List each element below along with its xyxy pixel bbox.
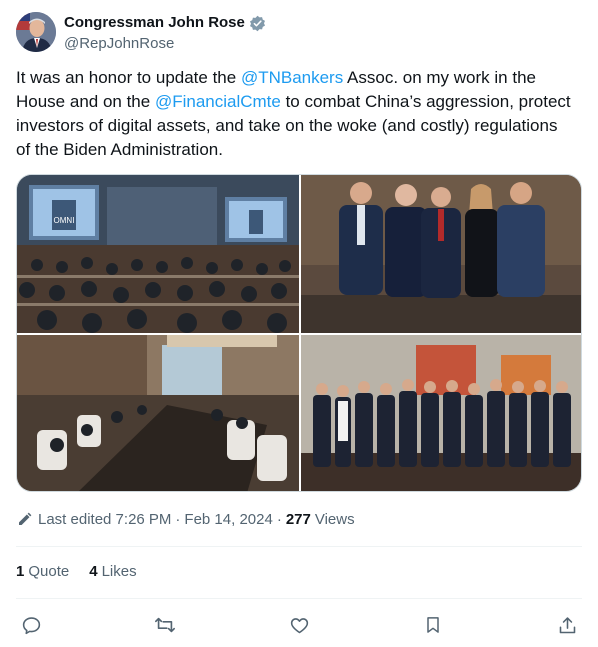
quote-count: 1 — [16, 563, 25, 580]
tweet-header: Congressman John Rose @RepJohnRose — [16, 12, 582, 56]
reply-button[interactable] — [16, 610, 46, 640]
group-portrait-photo[interactable] — [301, 175, 581, 333]
views-count: 277 — [285, 510, 311, 528]
engagement-stats: 1 Quote 4 Likes — [16, 563, 137, 580]
views-label: Views — [314, 510, 355, 528]
mention-link[interactable]: @FinancialCmte — [155, 92, 281, 111]
heart-icon — [289, 615, 310, 636]
divider — [16, 546, 582, 547]
tweet-meta: Last edited 7:26 PM · Feb 14, 2024 · 277… — [16, 510, 355, 528]
meeting-table-photo[interactable] — [17, 335, 299, 491]
share-button[interactable] — [552, 610, 582, 640]
handle[interactable]: @RepJohnRose — [64, 34, 266, 54]
action-bar — [16, 610, 582, 640]
quotes-stat[interactable]: 1 Quote — [16, 563, 69, 580]
share-icon — [557, 615, 578, 636]
edit-pencil-icon — [16, 510, 34, 528]
tweet-text: It was an honor to update the @TNBankers… — [16, 66, 576, 162]
bookmark-button[interactable] — [418, 610, 448, 640]
likes-count: 4 — [89, 563, 98, 580]
conference-room-photo[interactable]: OMNI — [17, 175, 299, 333]
repost-button[interactable] — [150, 610, 180, 640]
verified-badge-icon — [249, 15, 266, 32]
reply-icon — [21, 615, 42, 636]
quote-label: Quote — [28, 563, 70, 580]
likes-stat[interactable]: 4 Likes — [89, 563, 136, 580]
last-edited-label[interactable]: Last edited 7:26 PM — [38, 511, 171, 528]
media-grid: OMNI — [16, 174, 582, 492]
screen-text: OMNI — [54, 216, 75, 225]
avatar[interactable] — [16, 12, 56, 52]
display-name[interactable]: Congressman John Rose — [64, 13, 245, 33]
mention-link[interactable]: @TNBankers — [241, 68, 343, 87]
meta-separator: · — [175, 510, 181, 528]
tweet-text-part: It was an honor to update the — [16, 68, 241, 87]
post-date[interactable]: Feb 14, 2024 — [184, 511, 272, 528]
divider — [16, 598, 582, 599]
large-group-photo[interactable] — [301, 335, 581, 491]
repost-icon — [154, 614, 176, 636]
like-button[interactable] — [284, 610, 314, 640]
bookmark-icon — [423, 615, 443, 635]
meta-separator: · — [276, 510, 282, 528]
likes-label: Likes — [101, 563, 137, 580]
